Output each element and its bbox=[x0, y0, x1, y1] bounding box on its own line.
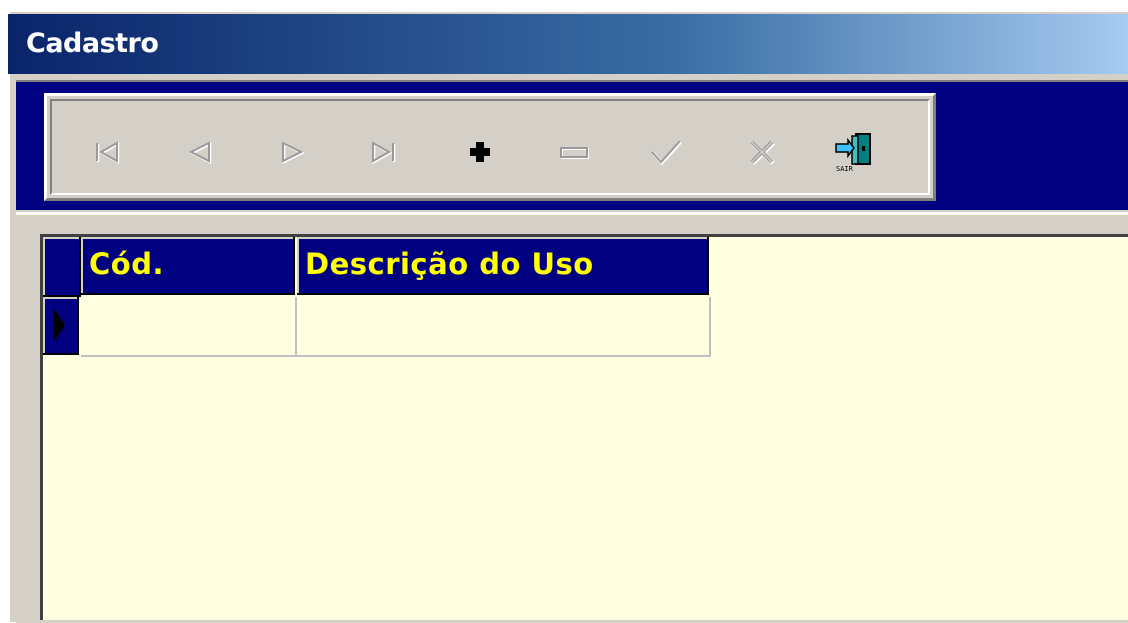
column-header-descricao-label: Descrição do Uso bbox=[305, 247, 594, 281]
row-indicator[interactable] bbox=[43, 297, 79, 355]
db-navigator: SAIR bbox=[44, 93, 936, 201]
grid-cell-cod[interactable] bbox=[81, 297, 297, 357]
column-header-descricao[interactable]: Descrição do Uso bbox=[297, 237, 709, 295]
delete-record-button[interactable] bbox=[546, 127, 602, 177]
next-record-icon bbox=[282, 141, 305, 165]
plus-icon bbox=[470, 142, 490, 162]
last-record-icon bbox=[372, 141, 396, 165]
column-header-cod-label: Cód. bbox=[89, 247, 164, 281]
first-record-icon bbox=[96, 141, 120, 165]
column-header-cod[interactable]: Cód. bbox=[81, 237, 295, 295]
insert-record-button[interactable] bbox=[452, 127, 508, 177]
x-icon bbox=[750, 140, 775, 165]
title-bar: Cadastro bbox=[8, 14, 1128, 74]
grid-cell-descricao[interactable] bbox=[297, 297, 711, 357]
exit-button[interactable]: SAIR bbox=[826, 127, 882, 177]
window-title: Cadastro bbox=[26, 28, 159, 59]
first-record-button[interactable] bbox=[80, 127, 136, 177]
db-navigator-inner: SAIR bbox=[50, 99, 930, 195]
next-record-button[interactable] bbox=[264, 127, 320, 177]
exit-door-icon: SAIR bbox=[835, 133, 871, 173]
current-row-arrow-icon bbox=[53, 307, 65, 343]
post-record-button[interactable] bbox=[638, 127, 694, 177]
check-icon bbox=[651, 140, 683, 166]
last-record-button[interactable] bbox=[356, 127, 412, 177]
svg-text:SAIR: SAIR bbox=[836, 165, 854, 173]
indicator-column-header bbox=[43, 237, 81, 297]
minus-icon bbox=[560, 147, 589, 159]
cancel-record-button[interactable] bbox=[734, 127, 790, 177]
prior-record-icon bbox=[188, 141, 212, 165]
prior-record-button[interactable] bbox=[172, 127, 228, 177]
